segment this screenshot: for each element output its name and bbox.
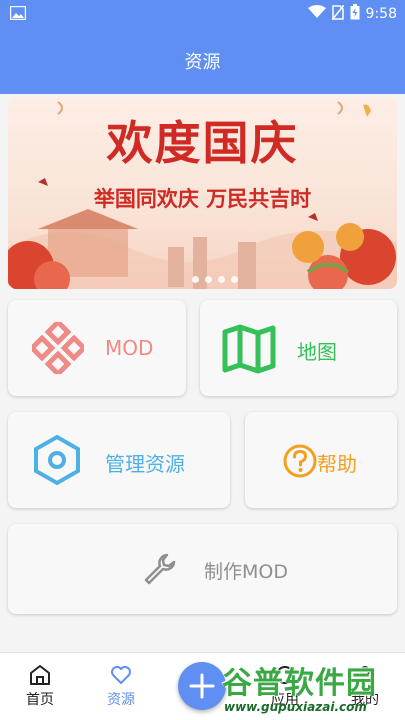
nav-home[interactable]: 首页 xyxy=(10,663,70,709)
make-mod-card[interactable]: 制作MOD xyxy=(8,524,397,614)
manage-resources-label: 管理资源 xyxy=(105,452,185,476)
heart-icon xyxy=(111,666,131,684)
map-icon xyxy=(222,324,276,374)
help-icon xyxy=(283,444,317,478)
no-sim-icon xyxy=(330,4,345,24)
app-bar: 资源 xyxy=(0,26,405,94)
home-icon xyxy=(30,665,50,685)
banner-subtitle: 举国同欢庆 万民共吉时 xyxy=(93,186,312,211)
wrench-icon xyxy=(144,553,176,585)
add-button[interactable] xyxy=(178,662,226,710)
carousel-dot[interactable] xyxy=(192,276,199,283)
hexagon-settings-icon xyxy=(34,434,80,486)
mod-card[interactable]: MOD xyxy=(8,300,186,396)
wifi-icon xyxy=(307,5,326,23)
image-icon xyxy=(9,5,27,24)
diamond-grid-icon xyxy=(32,322,84,374)
mod-label: MOD xyxy=(105,336,154,360)
battery-icon xyxy=(350,4,360,24)
watermark-name: 谷普软件园 xyxy=(222,666,377,701)
nav-home-label: 首页 xyxy=(26,692,54,708)
banner-title: 欢度国庆 xyxy=(106,116,299,170)
carousel-dot[interactable] xyxy=(231,276,238,283)
manage-resources-card[interactable]: 管理资源 xyxy=(8,412,230,508)
banner-carousel[interactable]: 欢度国庆 举国同欢庆 万民共吉时 xyxy=(8,97,397,289)
map-label: 地图 xyxy=(297,340,337,364)
nav-resources[interactable]: 资源 xyxy=(91,663,151,709)
status-bar: 9:58 xyxy=(0,0,405,26)
carousel-dot[interactable] xyxy=(205,276,212,283)
carousel-dot[interactable] xyxy=(218,276,225,283)
watermark: 谷普软件园 www.gupuxiazai.com xyxy=(222,656,402,718)
clock: 9:58 xyxy=(365,6,397,22)
plus-icon xyxy=(189,673,215,699)
make-mod-label: 制作MOD xyxy=(204,561,288,583)
help-card[interactable]: 帮助 xyxy=(245,412,397,508)
help-label: 帮助 xyxy=(317,452,357,476)
page-title: 资源 xyxy=(184,52,221,73)
carousel-indicator xyxy=(192,276,238,283)
map-card[interactable]: 地图 xyxy=(200,300,397,396)
watermark-url: www.gupuxiazai.com xyxy=(224,700,367,714)
nav-resources-label: 资源 xyxy=(107,692,135,708)
